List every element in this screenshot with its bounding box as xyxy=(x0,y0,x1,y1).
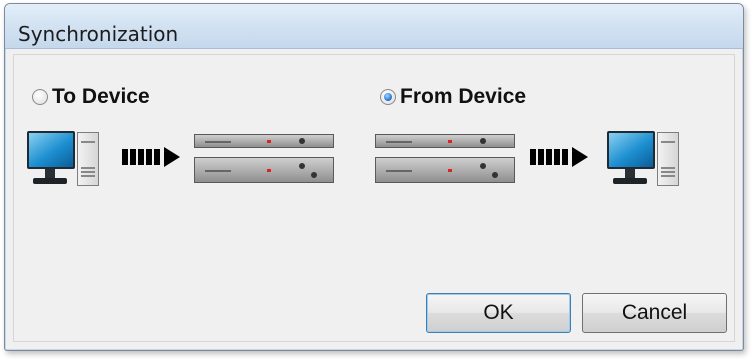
to-device-label: To Device xyxy=(52,85,150,108)
device-rack-icon xyxy=(194,157,334,183)
device-rack-icon xyxy=(375,157,515,183)
computer-icon xyxy=(607,131,655,187)
computer-icon xyxy=(27,131,75,187)
from-device-radio[interactable]: From Device xyxy=(380,85,526,109)
transfer-arrow-icon xyxy=(122,147,182,167)
computer-tower-icon xyxy=(77,132,99,186)
device-rack-icon xyxy=(194,134,334,148)
device-rack-icon xyxy=(375,134,515,148)
ok-button[interactable]: OK xyxy=(426,293,571,333)
to-device-radio[interactable]: To Device xyxy=(32,85,150,109)
from-device-radio-indicator[interactable] xyxy=(380,89,396,105)
transfer-arrow-icon xyxy=(530,147,590,167)
synchronization-dialog: Synchronization To Device From Device OK… xyxy=(4,3,744,351)
dialog-title: Synchronization xyxy=(18,22,179,46)
to-device-radio-indicator[interactable] xyxy=(32,89,48,105)
cancel-button[interactable]: Cancel xyxy=(582,293,727,333)
title-bar[interactable]: Synchronization xyxy=(5,4,743,49)
from-device-label: From Device xyxy=(400,85,527,108)
dialog-content: To Device From Device OK Cancel xyxy=(13,54,735,342)
computer-tower-icon xyxy=(657,132,679,186)
